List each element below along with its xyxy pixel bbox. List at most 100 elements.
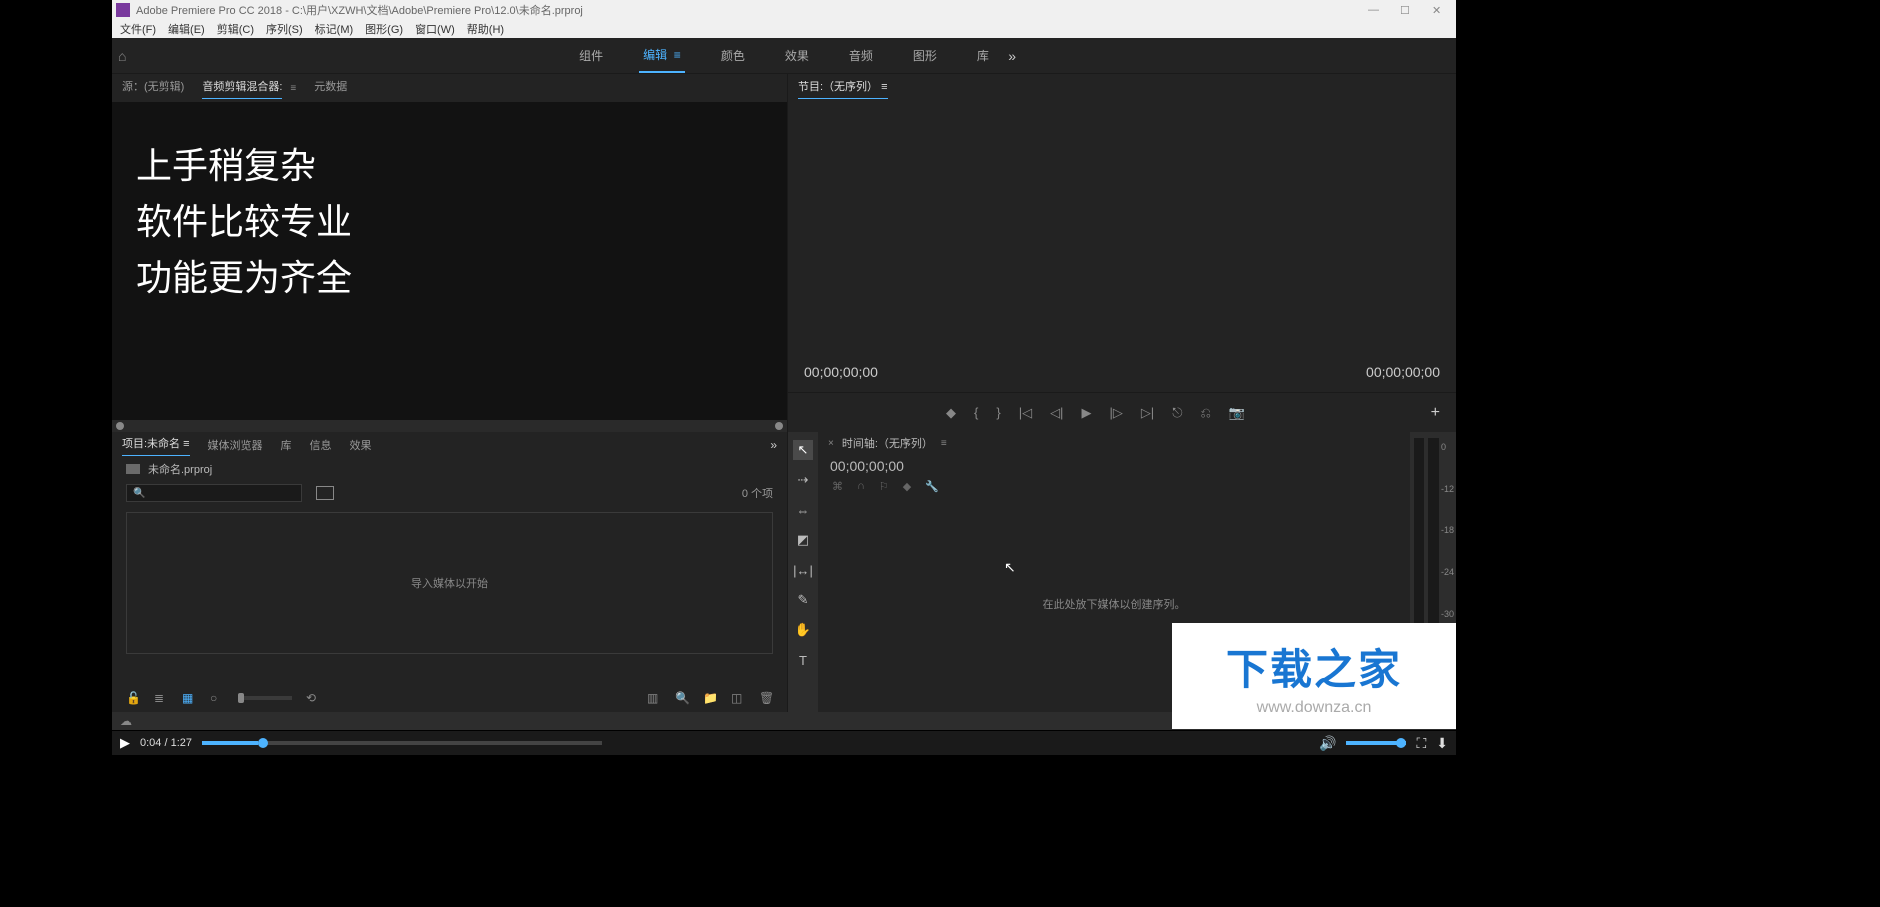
link-icon[interactable]: ∩ bbox=[857, 480, 865, 493]
minimize-button[interactable]: — bbox=[1368, 4, 1380, 16]
mark-out-icon[interactable]: } bbox=[996, 405, 1000, 420]
freeform-icon[interactable]: ○ bbox=[210, 691, 224, 705]
goto-in-icon[interactable]: |◁ bbox=[1019, 405, 1032, 421]
program-tc-duration: 00;00;00;00 bbox=[1366, 364, 1440, 380]
tab-library[interactable]: 库 bbox=[281, 437, 292, 453]
tool-type[interactable]: T bbox=[793, 650, 813, 670]
tool-pen[interactable]: ✎ bbox=[793, 590, 813, 610]
ws-assembly[interactable]: 组件 bbox=[575, 39, 607, 72]
timeline-close-icon[interactable]: × bbox=[828, 438, 834, 449]
icon-view-icon[interactable]: ▦ bbox=[182, 691, 196, 705]
wrench-icon[interactable]: 🔧 bbox=[925, 480, 939, 493]
lift-icon[interactable]: ⎋ bbox=[1172, 405, 1182, 421]
menu-help[interactable]: 帮助(H) bbox=[463, 21, 508, 37]
vp-fullscreen-icon[interactable]: ⛶ bbox=[1416, 735, 1426, 752]
vp-volume-icon[interactable]: 🔊 bbox=[1319, 735, 1336, 752]
project-filename: 未命名.prproj bbox=[148, 461, 212, 477]
timeline-timecode[interactable]: 00;00;00;00 bbox=[818, 454, 1410, 478]
project-tabs-overflow[interactable]: » bbox=[770, 438, 777, 452]
ws-color[interactable]: 颜色 bbox=[717, 39, 749, 72]
vp-play-icon[interactable]: ▶ bbox=[120, 735, 130, 751]
marker-icon[interactable]: ◆ bbox=[946, 405, 956, 421]
menu-sequence[interactable]: 序列(S) bbox=[262, 21, 307, 37]
timeline-title[interactable]: 时间轴:（无序列） bbox=[842, 435, 933, 451]
import-dropzone[interactable]: 导入媒体以开始 bbox=[126, 512, 773, 654]
button-editor-icon[interactable]: + bbox=[1431, 404, 1440, 422]
ws-graphics[interactable]: 图形 bbox=[909, 39, 941, 72]
app-icon bbox=[116, 3, 130, 17]
ws-audio[interactable]: 音频 bbox=[845, 39, 877, 72]
extract-icon[interactable]: ⎌ bbox=[1200, 405, 1210, 421]
tool-track-select[interactable]: ⇢ bbox=[793, 470, 813, 490]
tool-razor[interactable]: ◩ bbox=[793, 530, 813, 550]
auto-sequence-icon[interactable]: ▥ bbox=[647, 691, 661, 705]
program-controls: ◆ { } |◁ ◁| ▶ |▷ ▷| ⎋ ⎌ 📷 + bbox=[788, 392, 1456, 432]
cloud-sync-icon[interactable]: ☁ bbox=[120, 714, 132, 728]
mouse-cursor-icon: ↖ bbox=[1004, 559, 1016, 576]
zoom-slider[interactable] bbox=[238, 696, 292, 700]
ws-effects[interactable]: 效果 bbox=[781, 39, 813, 72]
new-bin-icon[interactable] bbox=[316, 486, 334, 500]
import-hint: 导入媒体以开始 bbox=[411, 575, 488, 591]
ws-library[interactable]: 库 bbox=[973, 39, 993, 72]
ws-overflow[interactable]: » bbox=[1008, 48, 1016, 64]
tab-metadata[interactable]: 元数据 bbox=[314, 78, 347, 98]
tool-selection[interactable]: ↖ bbox=[793, 440, 813, 460]
step-forward-icon[interactable]: |▷ bbox=[1109, 405, 1122, 421]
close-button[interactable]: ✕ bbox=[1432, 4, 1444, 16]
step-back-icon[interactable]: ◁| bbox=[1050, 405, 1063, 421]
list-view-icon[interactable]: ≣ bbox=[154, 691, 168, 705]
vp-progress[interactable] bbox=[202, 741, 602, 745]
tool-hand[interactable]: ✋ bbox=[793, 620, 813, 640]
mark-in-icon[interactable]: { bbox=[974, 405, 978, 420]
tab-media-browser[interactable]: 媒体浏览器 bbox=[208, 437, 263, 453]
vp-time: 0:04 / 1:27 bbox=[140, 737, 192, 749]
refresh-icon[interactable]: ⟲ bbox=[306, 691, 320, 705]
tab-effects-panel[interactable]: 效果 bbox=[350, 437, 372, 453]
snap-icon[interactable]: ⌘ bbox=[832, 480, 843, 493]
tab-audio-mixer[interactable]: 音频剪辑混合器: bbox=[202, 78, 282, 99]
timeline-toggle-row: ⌘ ∩ ⚐ ◆ 🔧 bbox=[818, 478, 1410, 495]
vp-download-icon[interactable]: ⬇ bbox=[1436, 735, 1448, 752]
tab-program[interactable]: 节目:（无序列） ≡ bbox=[798, 78, 888, 99]
source-panel: 源：(无剪辑) 音频剪辑混合器: ≡ 元数据 上手稍复杂 软件比较专业 功能更为… bbox=[112, 74, 787, 432]
program-tabs: 节目:（无序列） ≡ bbox=[788, 74, 1456, 102]
menu-edit[interactable]: 编辑(E) bbox=[164, 21, 209, 37]
tab-audio-mixer-menu[interactable]: ≡ bbox=[290, 83, 296, 94]
menu-graphics[interactable]: 图形(G) bbox=[361, 21, 407, 37]
menu-marker[interactable]: 标记(M) bbox=[311, 21, 358, 37]
tab-source[interactable]: 源：(无剪辑) bbox=[122, 78, 184, 98]
menu-file[interactable]: 文件(F) bbox=[116, 21, 160, 37]
settings-icon[interactable]: ◆ bbox=[903, 480, 911, 493]
tab-project[interactable]: 项目:未命名 ≡ bbox=[122, 435, 190, 456]
scroll-handle-right[interactable] bbox=[775, 422, 783, 430]
ws-editing[interactable]: 编辑 ≡ bbox=[639, 38, 685, 73]
play-icon[interactable]: ▶ bbox=[1081, 405, 1091, 421]
workspace-bar: ⌂ 组件 编辑 ≡ 颜色 效果 音频 图形 库 » bbox=[112, 38, 1456, 74]
add-marker-icon[interactable]: ⚐ bbox=[879, 480, 889, 493]
maximize-button[interactable]: ☐ bbox=[1400, 4, 1412, 16]
menu-window[interactable]: 窗口(W) bbox=[411, 21, 459, 37]
new-item-icon[interactable]: ◫ bbox=[731, 691, 745, 705]
scroll-handle-left[interactable] bbox=[116, 422, 124, 430]
timeline-menu-icon[interactable]: ≡ bbox=[941, 438, 947, 449]
tool-slip[interactable]: |↔| bbox=[793, 560, 813, 580]
tab-info[interactable]: 信息 bbox=[310, 437, 332, 453]
find-icon[interactable]: 🔍 bbox=[675, 691, 689, 705]
home-icon[interactable]: ⌂ bbox=[118, 48, 126, 64]
vp-progress-handle[interactable] bbox=[258, 738, 268, 748]
search-input[interactable]: 🔍 bbox=[126, 484, 302, 502]
goto-out-icon[interactable]: ▷| bbox=[1141, 405, 1154, 421]
item-count: 0 个项 bbox=[742, 485, 773, 501]
lock-icon[interactable]: 🔓 bbox=[126, 691, 140, 705]
menu-clip[interactable]: 剪辑(C) bbox=[213, 21, 258, 37]
source-scrollbar[interactable] bbox=[112, 420, 787, 432]
folder-icon[interactable]: 📁 bbox=[703, 691, 717, 705]
left-column: 源：(无剪辑) 音频剪辑混合器: ≡ 元数据 上手稍复杂 软件比较专业 功能更为… bbox=[112, 74, 788, 712]
export-frame-icon[interactable]: 📷 bbox=[1229, 405, 1245, 421]
trash-icon[interactable]: 🗑 bbox=[759, 691, 773, 705]
program-tc-current[interactable]: 00;00;00;00 bbox=[804, 364, 878, 380]
vp-volume-handle[interactable] bbox=[1396, 738, 1406, 748]
tool-ripple[interactable]: ⇔ bbox=[793, 500, 813, 520]
vp-volume-slider[interactable] bbox=[1346, 741, 1406, 745]
